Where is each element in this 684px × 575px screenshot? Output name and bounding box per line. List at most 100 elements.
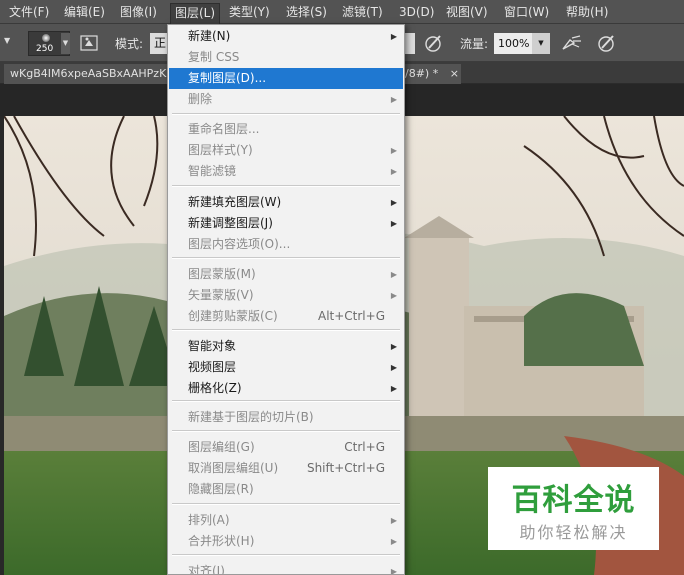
menu-item-label: 取消图层编组(U) [188,461,279,475]
submenu-arrow-icon: ▶ [390,219,397,228]
brush-panel-icon[interactable] [79,33,101,53]
submenu-arrow-icon: ▶ [390,198,397,207]
menu-separator [172,185,400,187]
menu-bar: 文件(F) 编辑(E) 图像(I) 图层(L) 类型(Y) 选择(S) 滤镜(T… [0,0,684,25]
menu-item-arrange[interactable]: 排列(A) ▶ [169,510,403,531]
menu-item-label: 创建剪贴蒙版(C) [188,309,278,323]
menu-item-label: 栅格化(Z) [188,381,242,395]
document-tab[interactable]: wKgB4IM6xpeAaSBxAAHPzK [4,64,173,84]
menu-item-label: 重命名图层... [188,122,260,136]
menu-view[interactable]: 视图(V) [446,3,488,21]
submenu-arrow-icon: ▶ [390,384,397,393]
submenu-arrow-icon: ▶ [390,270,397,279]
menu-item-rasterize[interactable]: 栅格化(Z) ▶ [169,378,403,399]
watermark-subtitle: 助你轻松解决 [519,523,628,542]
menu-separator [172,430,400,432]
menu-item-shortcut: Alt+Ctrl+G [317,309,385,323]
menu-window[interactable]: 窗口(W) [504,3,549,21]
menu-separator [172,503,400,505]
opacity-field-edge[interactable] [405,33,415,54]
menu-item-label: 新建填充图层(W) [188,195,282,209]
submenu-arrow-icon: ▶ [390,342,397,351]
menu-item-label: 视频图层 [188,360,237,374]
menu-filter[interactable]: 滤镜(T) [342,3,383,21]
menu-item-duplicate-layer[interactable]: 复制图层(D)... [169,68,403,89]
layer-menu-dropdown: 新建(N) ▶ 复制 CSS 复制图层(D)... 删除 ▶ 重命名图层... 图层样式(Y)… [167,24,405,575]
submenu-arrow-icon: ▶ [390,291,397,300]
submenu-arrow-icon: ▶ [390,516,397,525]
pressure-opacity-icon[interactable] [423,32,445,54]
menu-item-label: 图层样式(Y) [188,143,253,157]
document-tab-title-suffix: /8#) * [405,67,439,80]
menu-item-label: 新建基于图层的切片(B) [188,410,314,424]
menu-item-label: 复制 CSS [188,50,240,64]
watermark-logo: 百科全说 助你轻松解决 [488,467,659,550]
soft-brush-icon [42,34,50,42]
menu-separator [172,113,400,115]
mode-label: 模式: [115,37,144,51]
menu-select[interactable]: 选择(S) [286,3,327,21]
menu-type[interactable]: 类型(Y) [229,3,270,21]
menu-item-smart-filter[interactable]: 智能滤镜 ▶ [169,161,403,182]
menu-image[interactable]: 图像(I) [120,3,157,21]
menu-item-ungroup-layers[interactable]: 取消图层编组(U) Shift+Ctrl+G [169,458,403,479]
menu-item-new-fill-layer[interactable]: 新建填充图层(W) ▶ [169,192,403,213]
brush-size-value: 250 [36,44,54,54]
menu-item-create-clipping-mask[interactable]: 创建剪贴蒙版(C) Alt+Ctrl+G [169,306,403,327]
menu-item-label: 对齐(I) [188,564,225,575]
mode-dropdown[interactable]: 正 [150,33,168,54]
submenu-arrow-icon: ▶ [390,95,397,104]
airbrush-icon[interactable] [560,32,584,54]
menu-3d[interactable]: 3D(D) [399,3,434,21]
submenu-arrow-icon: ▶ [390,537,397,546]
menu-separator [172,554,400,556]
menu-item-copy-css[interactable]: 复制 CSS [169,47,403,68]
submenu-arrow-icon: ▶ [390,363,397,372]
menu-item-hide-layers[interactable]: 隐藏图层(R) [169,479,403,500]
menu-item-layer-content-options[interactable]: 图层内容选项(O)... [169,234,403,255]
menu-separator [172,400,400,402]
watermark-title: 百科全说 [511,483,636,518]
menu-item-label: 智能对象 [188,339,237,353]
flow-input[interactable]: 100% [494,33,532,54]
submenu-arrow-icon: ▶ [390,146,397,155]
menu-item-vector-mask[interactable]: 矢量蒙版(V) ▶ [169,285,403,306]
brush-picker-dropdown[interactable]: ▼ [61,33,70,54]
menu-file[interactable]: 文件(F) [9,3,49,21]
menu-item-label: 删除 [188,92,213,106]
flow-dropdown-arrow[interactable]: ▼ [532,33,550,54]
menu-item-label: 合并形状(H) [188,534,255,548]
document-tab-title: wKgB4IM6xpeAaSBxAAHPzK [10,67,167,80]
menu-item-group-layers[interactable]: 图层编组(G) Ctrl+G [169,437,403,458]
menu-item-align[interactable]: 对齐(I) ▶ [169,561,403,575]
flow-label: 流量: [460,37,489,51]
menu-item-video-layers[interactable]: 视频图层 ▶ [169,357,403,378]
close-tab-icon[interactable]: × [450,67,459,80]
menu-item-label: 智能滤镜 [188,164,237,178]
menu-item-new[interactable]: 新建(N) ▶ [169,26,403,47]
menu-item-new-adjustment-layer[interactable]: 新建调整图层(J) ▶ [169,213,403,234]
menu-item-new-layer-based-slice[interactable]: 新建基于图层的切片(B) [169,407,403,428]
menu-item-layer-mask[interactable]: 图层蒙版(M) ▶ [169,264,403,285]
tool-preset-arrow-icon[interactable]: ▼ [4,36,10,45]
menu-item-label: 图层编组(G) [188,440,255,454]
menu-edit[interactable]: 编辑(E) [64,3,105,21]
menu-separator [172,257,400,259]
menu-item-label: 排列(A) [188,513,230,527]
menu-item-label: 图层蒙版(M) [188,267,256,281]
menu-item-layer-style[interactable]: 图层样式(Y) ▶ [169,140,403,161]
document-tab-end[interactable]: /8#) * × [405,64,461,84]
menu-item-label: 隐藏图层(R) [188,482,254,496]
submenu-arrow-icon: ▶ [390,32,397,41]
menu-item-delete[interactable]: 删除 ▶ [169,89,403,110]
menu-layer[interactable]: 图层(L) [170,3,221,25]
menu-separator [172,329,400,331]
menu-item-label: 复制图层(D)... [188,71,267,85]
menu-item-smart-objects[interactable]: 智能对象 ▶ [169,336,403,357]
menu-item-shortcut: Shift+Ctrl+G [306,461,385,475]
pressure-size-icon[interactable] [596,32,618,54]
menu-item-combine-shapes[interactable]: 合并形状(H) ▶ [169,531,403,552]
menu-item-rename-layer[interactable]: 重命名图层... [169,119,403,140]
menu-item-label: 矢量蒙版(V) [188,288,254,302]
menu-help[interactable]: 帮助(H) [566,3,608,21]
